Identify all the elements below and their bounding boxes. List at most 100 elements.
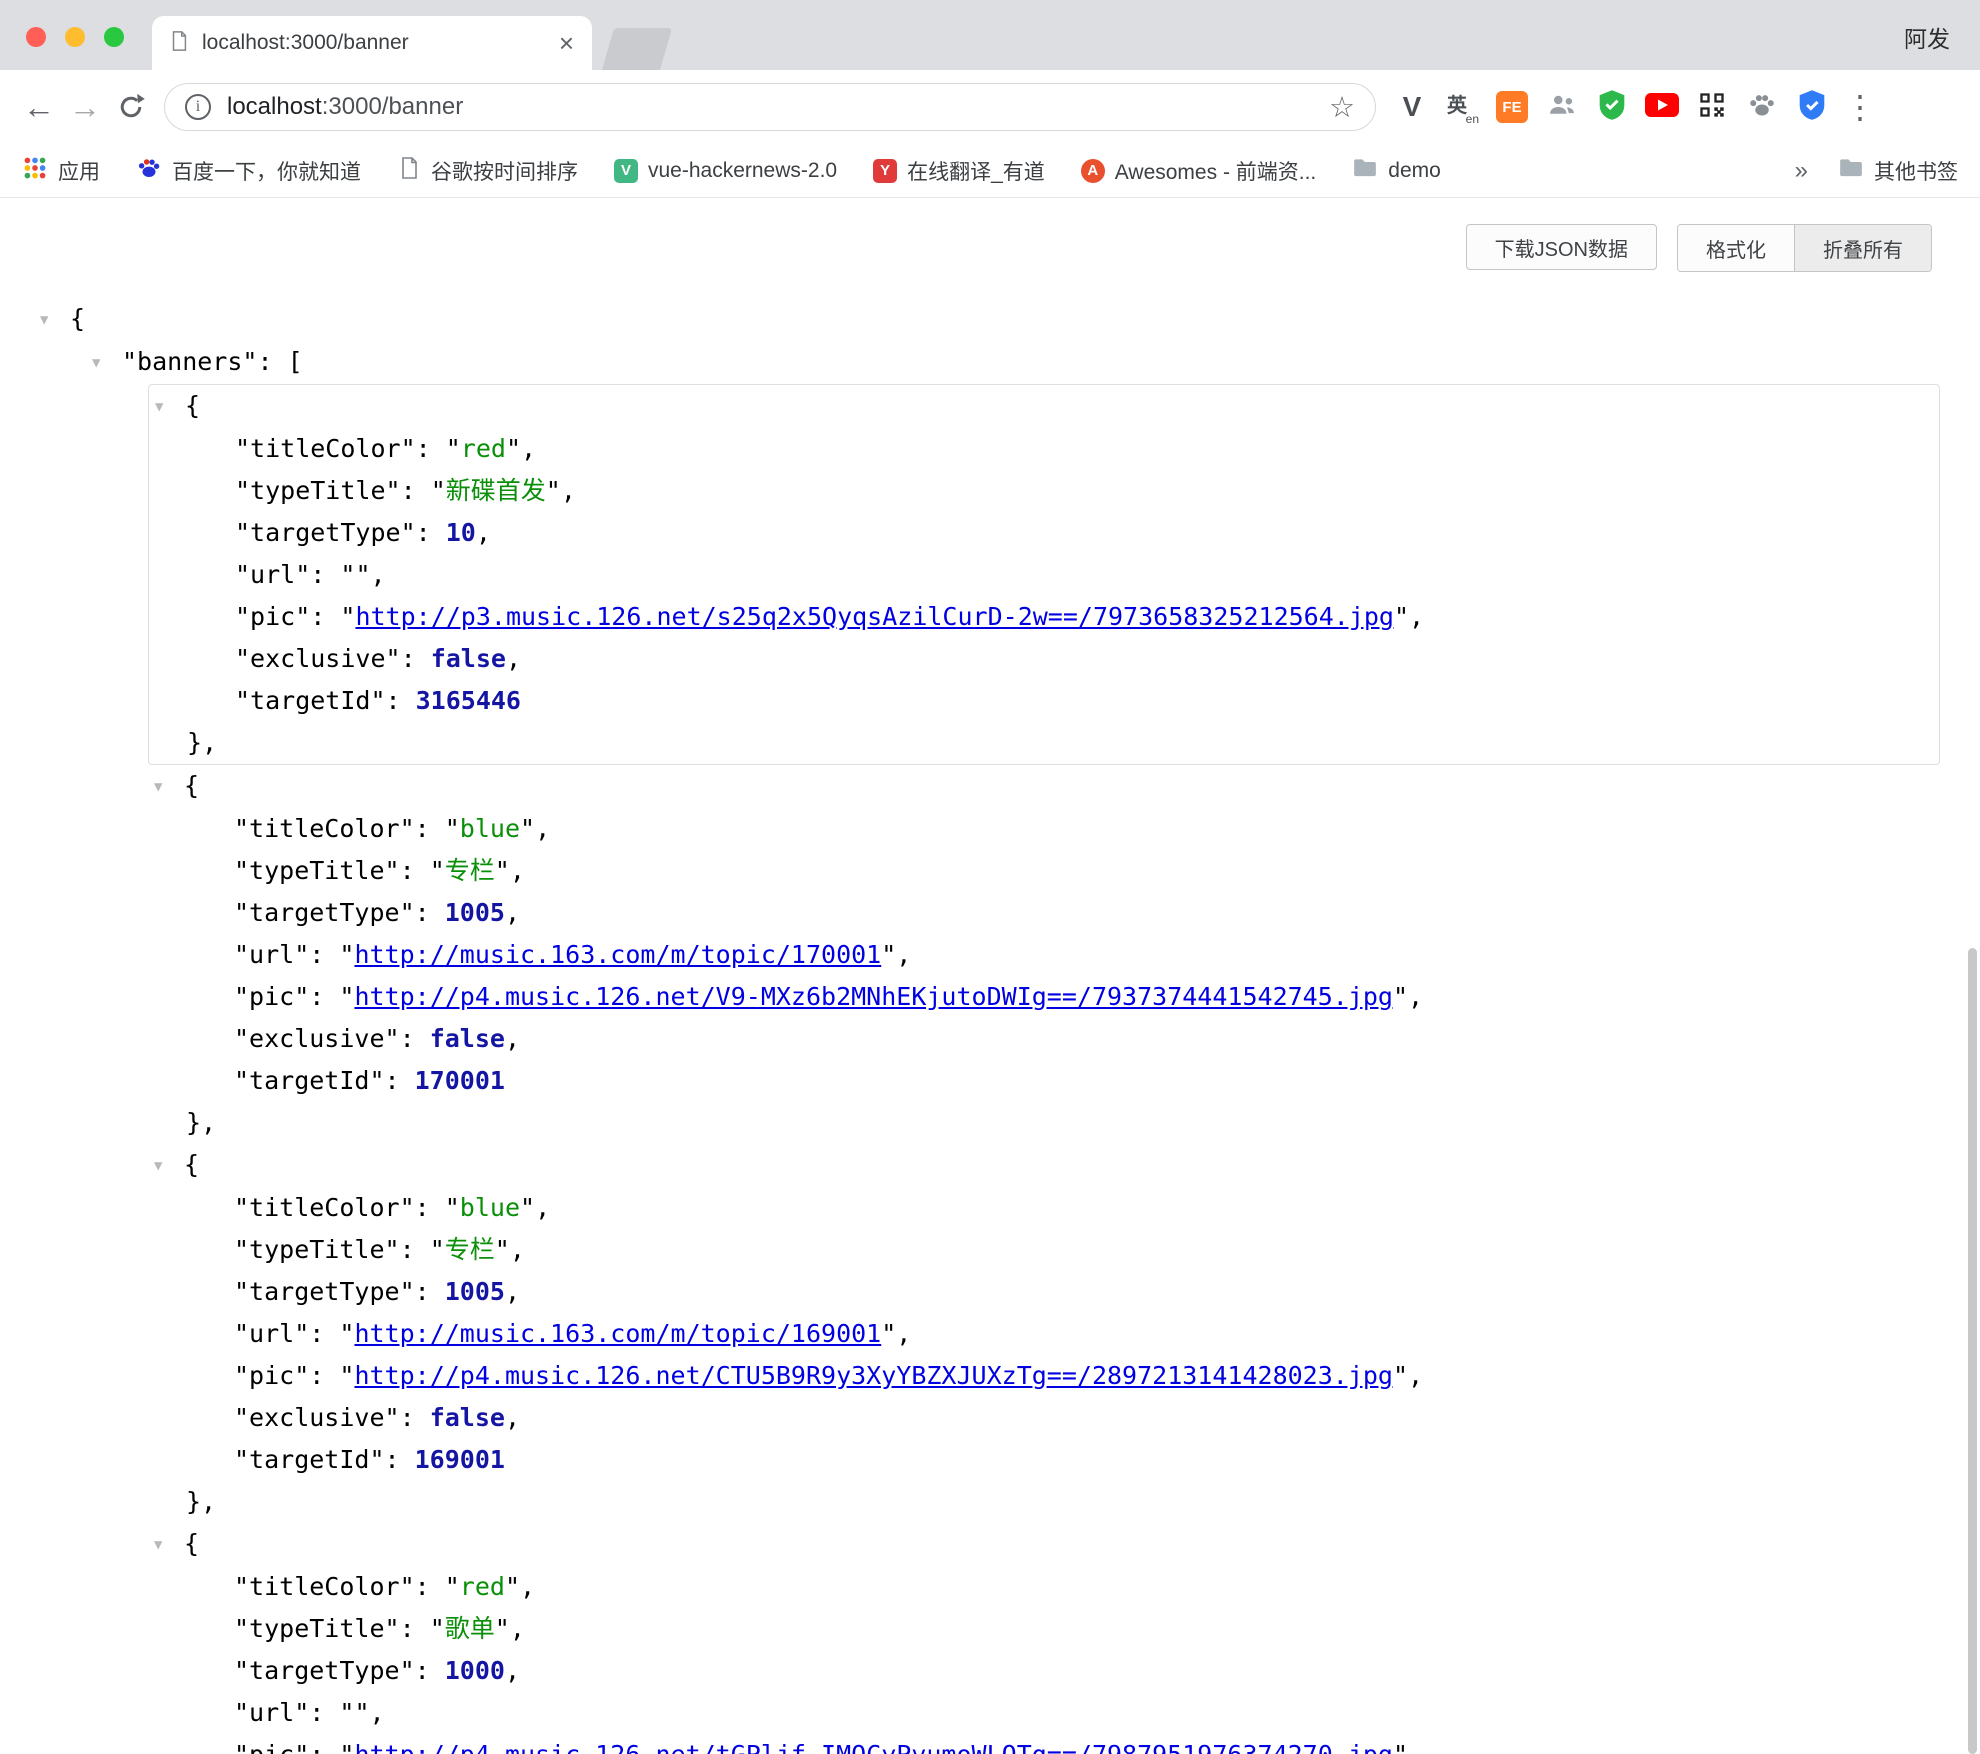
fullscreen-window-button[interactable]	[104, 27, 124, 47]
bookmark-item[interactable]: Y 在线翻译_有道	[873, 156, 1045, 186]
json-line: "titleColor": "blue",	[148, 808, 1980, 850]
extension-button[interactable]: FE	[1490, 85, 1534, 129]
json-key: "url"	[234, 940, 309, 969]
json-line: },	[148, 1481, 1980, 1523]
bookmark-item[interactable]: Vvue-hackernews-2.0	[614, 159, 837, 183]
bookmark-item[interactable]: 谷歌按时间排序	[397, 156, 578, 186]
json-link[interactable]: http://p4.music.126.net/tGPljf-IMOCyPvum…	[354, 1740, 1393, 1754]
bookmark-item[interactable]: demo	[1352, 155, 1441, 187]
url-input[interactable]: i localhost:3000/banner ☆	[164, 83, 1376, 131]
tab-title: localhost:3000/banner	[202, 31, 545, 55]
url-text[interactable]: localhost:3000/banner	[227, 93, 463, 121]
collapse-all-button[interactable]: 折叠所有	[1794, 225, 1931, 271]
json-line: ▼"banners": [	[0, 341, 1980, 384]
bookmarks-overflow-icon[interactable]: »	[1795, 157, 1808, 185]
json-value-number: 1005	[445, 898, 505, 927]
bookmark-label: 在线翻译_有道	[907, 156, 1045, 186]
translate-extension-icon: 英en	[1447, 92, 1477, 122]
bookmark-item[interactable]: 应用	[22, 155, 100, 187]
json-line: "pic": "http://p4.music.126.net/V9-MXz6b…	[148, 976, 1980, 1018]
collapse-toggle-icon[interactable]: ▼	[92, 342, 122, 384]
json-key: "typeTitle"	[234, 1235, 400, 1264]
green-shield-extension-icon	[1597, 89, 1627, 126]
json-value-string: 歌单	[445, 1614, 495, 1643]
bookmarks-list: 应用 百度一下，你就知道 谷歌按时间排序 Vvue-hackernews-2.0 Y 在线…	[22, 155, 1441, 187]
json-key: "pic"	[234, 1740, 309, 1754]
close-tab-icon[interactable]: ×	[557, 30, 576, 56]
json-key: "targetId"	[235, 686, 386, 715]
awesomes-icon: A	[1081, 159, 1105, 183]
json-link[interactable]: http://music.163.com/m/topic/169001	[354, 1319, 881, 1348]
forward-button[interactable]: →	[62, 84, 108, 130]
minimize-window-button[interactable]	[65, 27, 85, 47]
collapse-toggle-icon[interactable]: ▼	[154, 1524, 184, 1566]
json-value-number: 169001	[415, 1445, 505, 1474]
people-extension-icon	[1547, 90, 1577, 125]
json-line: "typeTitle": "专栏",	[148, 850, 1980, 892]
extension-button[interactable]	[1640, 85, 1684, 129]
browser-menu-icon[interactable]: ⋮	[1834, 88, 1886, 126]
json-value-number: 10	[446, 518, 476, 547]
json-value-string: 新碟首发	[446, 476, 546, 505]
extension-button[interactable]: 英en	[1440, 85, 1484, 129]
json-value-boolean: false	[430, 1024, 505, 1053]
json-line: ▼{	[148, 1523, 1980, 1566]
back-button[interactable]: ←	[16, 84, 62, 130]
bookmark-label: demo	[1388, 159, 1441, 183]
json-line: "pic": "http://p4.music.126.net/CTU5B9R9…	[148, 1355, 1980, 1397]
vertical-scrollbar[interactable]	[1968, 948, 1977, 1754]
format-button[interactable]: 格式化	[1678, 225, 1794, 271]
reload-button[interactable]	[108, 84, 154, 130]
bookmark-item[interactable]: AAwesomes - 前端资...	[1081, 156, 1317, 186]
collapse-toggle-icon[interactable]: ▼	[155, 386, 185, 428]
apps-grid-icon	[22, 155, 48, 187]
extension-button[interactable]	[1590, 85, 1634, 129]
json-line: "url": "http://music.163.com/m/topic/170…	[148, 934, 1980, 976]
json-line: "titleColor": "red",	[148, 1566, 1980, 1608]
json-key: "url"	[234, 1319, 309, 1348]
json-line: },	[148, 1102, 1980, 1144]
json-line: "exclusive": false,	[148, 1397, 1980, 1439]
download-json-button[interactable]: 下载JSON数据	[1466, 224, 1657, 270]
extension-button[interactable]	[1690, 85, 1734, 129]
extension-button[interactable]	[1790, 85, 1834, 129]
browser-tab[interactable]: localhost:3000/banner ×	[152, 16, 592, 70]
json-line: ▼{	[0, 298, 1980, 341]
bookmark-star-icon[interactable]: ☆	[1329, 90, 1355, 125]
collapse-toggle-icon[interactable]: ▼	[154, 1145, 184, 1187]
vue-icon: V	[614, 159, 638, 183]
json-key: "exclusive"	[234, 1403, 400, 1432]
json-value-string: blue	[460, 1193, 520, 1222]
json-link[interactable]: http://music.163.com/m/topic/170001	[354, 940, 881, 969]
extension-button[interactable]	[1540, 85, 1584, 129]
json-line: "targetType": 1000,	[148, 1650, 1980, 1692]
bookmark-label: vue-hackernews-2.0	[648, 159, 837, 183]
bookmark-label: 百度一下，你就知道	[172, 156, 361, 186]
json-line: "url": "http://music.163.com/m/topic/169…	[148, 1313, 1980, 1355]
youdao-icon: Y	[873, 159, 897, 183]
baidu-paw-icon	[136, 155, 162, 187]
extension-button[interactable]	[1740, 85, 1784, 129]
json-link[interactable]: http://p3.music.126.net/s25q2x5QyqsAzilC…	[355, 602, 1394, 631]
json-value-number: 1000	[445, 1656, 505, 1685]
json-link[interactable]: http://p4.music.126.net/V9-MXz6b2MNhEKju…	[354, 982, 1393, 1011]
bookmarks-right-group: » 其他书签	[1795, 155, 1958, 187]
json-key: "url"	[234, 1698, 309, 1727]
site-info-icon[interactable]: i	[185, 94, 211, 120]
new-tab-button[interactable]	[602, 28, 672, 70]
json-value-number: 1005	[445, 1277, 505, 1306]
page-icon	[397, 156, 421, 186]
folder-icon	[1838, 155, 1864, 187]
json-link[interactable]: http://p4.music.126.net/CTU5B9R9y3XyYBZX…	[354, 1361, 1393, 1390]
bookmark-item[interactable]: 百度一下，你就知道	[136, 155, 361, 187]
json-object-block: ▼{"titleColor": "blue","typeTitle": "专栏"…	[148, 1144, 1980, 1523]
close-window-button[interactable]	[26, 27, 46, 47]
json-key: "pic"	[235, 602, 310, 631]
json-line: "exclusive": false,	[148, 1018, 1980, 1060]
extension-button[interactable]: V	[1390, 85, 1434, 129]
browser-profile-name[interactable]: 阿发	[1904, 20, 1950, 54]
tab-bar: localhost:3000/banner × 阿发	[0, 0, 1980, 70]
collapse-toggle-icon[interactable]: ▼	[154, 766, 184, 808]
collapse-toggle-icon[interactable]: ▼	[40, 299, 70, 341]
other-bookmarks-folder[interactable]: 其他书签	[1838, 155, 1958, 187]
